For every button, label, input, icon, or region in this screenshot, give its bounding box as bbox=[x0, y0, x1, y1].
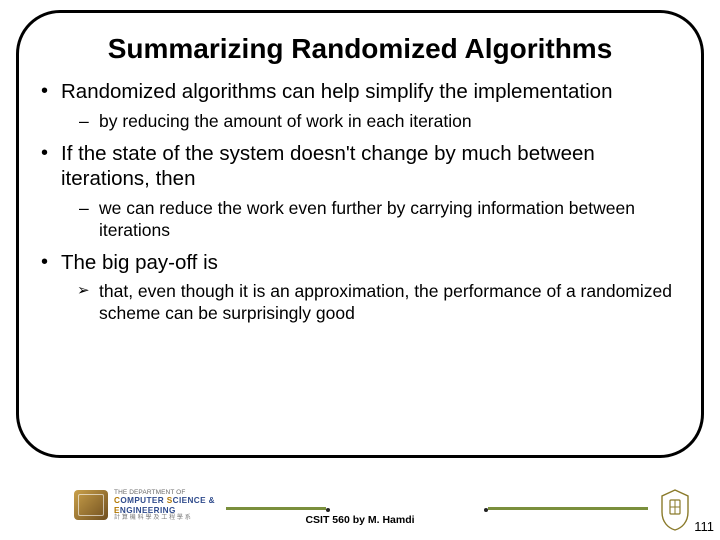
bullet-l2-arrow: that, even though it is an approximation… bbox=[33, 281, 687, 325]
bullet-l1: Randomized algorithms can help simplify … bbox=[33, 79, 687, 105]
slide-frame: Summarizing Randomized Algorithms Random… bbox=[16, 10, 704, 458]
footer: THE DEPARTMENT OF COMPUTER SCIENCE & ENG… bbox=[0, 478, 720, 540]
footer-center: CSIT 560 by M. Hamdi bbox=[0, 514, 720, 526]
bullet-l2: by reducing the amount of work in each i… bbox=[33, 111, 687, 133]
university-seal-icon bbox=[658, 488, 692, 532]
bullet-l1: The big pay-off is bbox=[33, 250, 687, 276]
page-number: 111 bbox=[694, 519, 714, 534]
divider-left bbox=[226, 507, 326, 510]
slide-title: Summarizing Randomized Algorithms bbox=[33, 33, 687, 65]
bullet-l1: If the state of the system doesn't chang… bbox=[33, 141, 687, 192]
slide: Summarizing Randomized Algorithms Random… bbox=[0, 0, 720, 540]
bullet-l2: we can reduce the work even further by c… bbox=[33, 198, 687, 242]
dept-small: THE DEPARTMENT OF bbox=[114, 489, 215, 496]
dept-line1: COMPUTER SCIENCE & bbox=[114, 496, 215, 505]
divider-right bbox=[488, 507, 648, 510]
slide-content: Randomized algorithms can help simplify … bbox=[33, 79, 687, 325]
